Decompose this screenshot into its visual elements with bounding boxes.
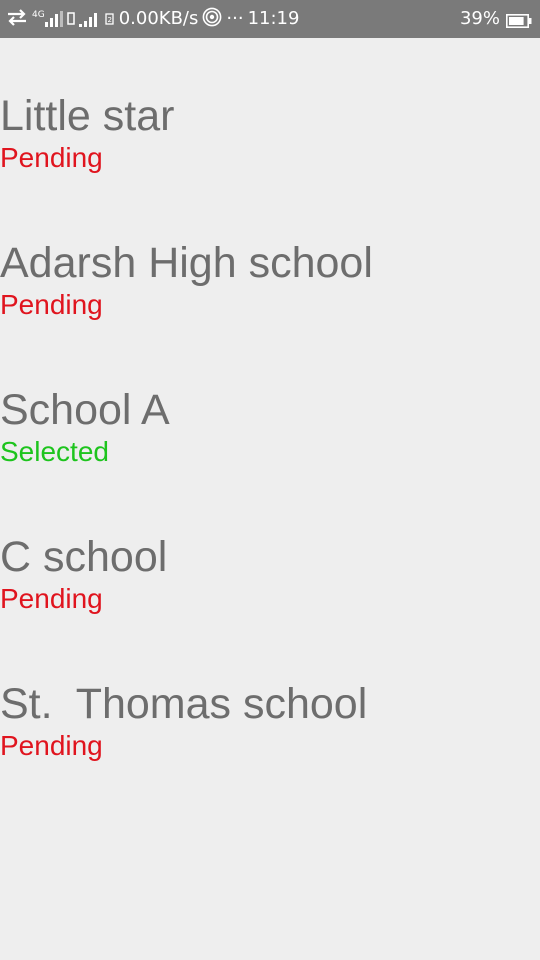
status-label: Pending bbox=[0, 730, 103, 761]
status-label: Pending bbox=[0, 289, 103, 320]
list-item[interactable]: C school Pending bbox=[0, 532, 540, 652]
status-label: Pending bbox=[0, 583, 103, 614]
status-bar: 4G 2 0.00KB/s ··· 11:19 39% bbox=[0, 0, 540, 38]
battery-icon bbox=[506, 12, 532, 28]
school-name: Adarsh High school bbox=[0, 239, 373, 287]
data-speed: 0.00KB/s bbox=[118, 8, 199, 29]
status-bar-right: 39% bbox=[460, 0, 532, 38]
school-name: St. Thomas school bbox=[0, 680, 368, 728]
clock: 11:19 bbox=[247, 8, 300, 29]
status-label: Selected bbox=[0, 436, 109, 467]
net-type-label: 4G bbox=[32, 10, 45, 20]
list-item[interactable]: School A Selected bbox=[0, 385, 540, 505]
more-icon: ··· bbox=[226, 8, 244, 29]
school-name: C school bbox=[0, 533, 168, 581]
status-bar-left: 4G 2 0.00KB/s ··· 11:19 bbox=[6, 0, 299, 38]
hotspot-icon bbox=[202, 7, 222, 32]
school-name: School A bbox=[0, 386, 170, 434]
battery-percent: 39% bbox=[459, 8, 500, 29]
list-item[interactable]: St. Thomas school Pending bbox=[0, 679, 540, 799]
list-item[interactable]: Adarsh High school Pending bbox=[0, 238, 540, 358]
school-name: Little star bbox=[0, 92, 175, 140]
sim-2-icon: 2 bbox=[105, 9, 115, 30]
signal-4g-icon: 4G bbox=[32, 10, 63, 27]
status-label: Pending bbox=[0, 142, 103, 173]
data-transfer-icon bbox=[6, 8, 28, 31]
sim-icon bbox=[66, 9, 75, 30]
signal-icon bbox=[78, 11, 101, 27]
list-item[interactable]: Little star Pending bbox=[0, 91, 540, 211]
svg-text:2: 2 bbox=[107, 16, 111, 24]
